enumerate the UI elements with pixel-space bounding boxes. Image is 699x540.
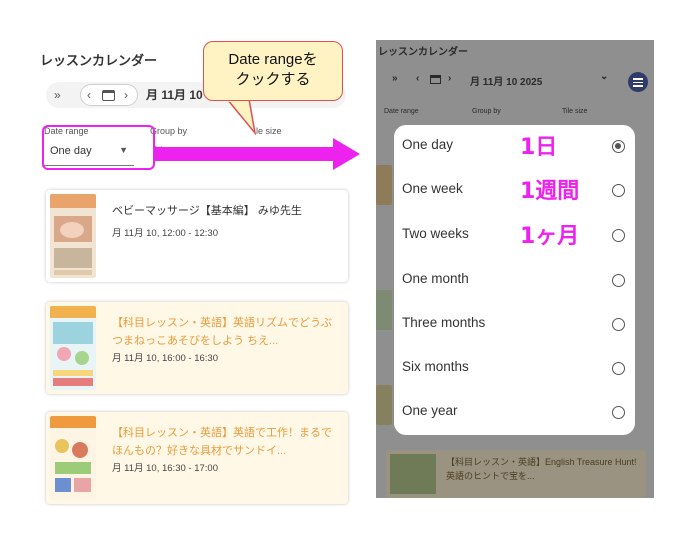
background-thumbnail bbox=[376, 290, 392, 330]
lesson-time: 月 11月 10, 12:00 - 12:30 bbox=[112, 228, 218, 239]
background-thumbnail bbox=[376, 165, 392, 205]
lesson-card-1[interactable]: ベビーマッサージ【基本編】 みゆ先生 月 11月 10, 12:00 - 12:… bbox=[46, 190, 348, 282]
lesson-time: 月 11月 10, 16:00 - 16:30 bbox=[112, 353, 218, 364]
double-chevron-icon[interactable]: » bbox=[54, 85, 61, 105]
double-chevron-icon[interactable]: » bbox=[392, 73, 398, 84]
option-label: Six months bbox=[402, 359, 469, 374]
group-by-label: Group by bbox=[150, 126, 188, 136]
callout-pointer bbox=[226, 99, 257, 135]
option-one-day[interactable]: One day 1日 bbox=[394, 125, 635, 169]
callout-line-2: クックする bbox=[235, 71, 311, 88]
lesson-thumbnail bbox=[50, 194, 96, 278]
menu-icon[interactable] bbox=[628, 72, 648, 92]
option-one-month[interactable]: One month bbox=[394, 259, 635, 303]
option-one-year[interactable]: One year bbox=[394, 391, 635, 435]
tile-size-label: Tile size bbox=[562, 108, 588, 115]
background-lesson-card: 【科目レッスン・英語】English Treasure Hunt!英語のヒントで… bbox=[386, 450, 646, 498]
date-range-dialog-screen: レッスンカレンダー » ‹ › 月 11月 10 2025 ⌄ Date ran… bbox=[376, 40, 654, 498]
option-label: One week bbox=[402, 181, 463, 196]
lesson-title: 【科目レッスン・英語】英語リズムでどうぶつまねっこあそびをしよう ちえ... bbox=[112, 317, 332, 347]
calendar-icon[interactable] bbox=[430, 75, 441, 84]
current-date[interactable]: 月 11月 10 bbox=[146, 86, 203, 103]
lesson-thumbnail bbox=[390, 454, 436, 494]
annotation-1-month: 1ヶ月 bbox=[520, 224, 580, 249]
radio-icon[interactable] bbox=[612, 318, 625, 331]
option-label: One month bbox=[402, 271, 469, 286]
annotation-1-week: 1週間 bbox=[520, 179, 580, 204]
current-date[interactable]: 月 11月 10 2025 bbox=[470, 73, 542, 88]
option-label: Three months bbox=[402, 315, 486, 330]
option-one-week[interactable]: One week 1週間 bbox=[394, 169, 635, 213]
lesson-title: 【科目レッスン・英語】英語で工作！まるでほんもの？好きな具材でサンドイ... bbox=[112, 427, 332, 457]
option-two-weeks[interactable]: Two weeks 1ヶ月 bbox=[394, 214, 635, 258]
lesson-calendar-screen: レッスンカレンダー » ‹ › 月 11月 10 Date range Grou… bbox=[38, 40, 353, 512]
radio-icon[interactable] bbox=[612, 229, 625, 242]
radio-icon[interactable] bbox=[612, 274, 625, 287]
option-six-months[interactable]: Six months bbox=[394, 347, 635, 391]
lesson-thumbnail bbox=[50, 306, 96, 390]
option-three-months[interactable]: Three months bbox=[394, 303, 635, 347]
option-label: One day bbox=[402, 137, 454, 152]
lesson-thumbnail bbox=[50, 416, 96, 500]
lesson-title: 【科目レッスン・英語】English Treasure Hunt!英語のヒントで… bbox=[446, 457, 637, 481]
radio-icon[interactable] bbox=[612, 184, 625, 197]
chevron-right-icon[interactable]: › bbox=[448, 73, 451, 84]
radio-icon[interactable] bbox=[612, 362, 625, 375]
calendar-icon[interactable] bbox=[102, 90, 115, 101]
chevron-left-icon[interactable]: ‹ bbox=[87, 85, 91, 105]
caret-down-icon[interactable]: ⌄ bbox=[600, 71, 608, 82]
lesson-title: ベビーマッサージ【基本編】 みゆ先生 bbox=[112, 205, 302, 217]
date-nav-pill: ‹ › bbox=[80, 84, 138, 106]
date-range-modal: One day 1日 One week 1週間 Two weeks 1ヶ月 On… bbox=[394, 125, 635, 435]
lesson-card-2[interactable]: 【科目レッスン・英語】英語リズムでどうぶつまねっこあそびをしよう ちえ... 月… bbox=[46, 302, 348, 394]
callout-bubble: Date rangeを クックする bbox=[203, 41, 343, 101]
chevron-left-icon[interactable]: ‹ bbox=[416, 73, 419, 84]
radio-icon[interactable] bbox=[612, 140, 625, 153]
annotation-1-day: 1日 bbox=[520, 135, 558, 160]
date-range-label: Date range bbox=[384, 108, 419, 115]
callout-line-1: Date rangeを bbox=[228, 51, 318, 68]
radio-icon[interactable] bbox=[612, 406, 625, 419]
date-range-highlight bbox=[42, 125, 155, 170]
group-by-label: Group by bbox=[472, 108, 501, 115]
pink-arrow bbox=[155, 138, 360, 170]
option-label: One year bbox=[402, 403, 458, 418]
chevron-right-icon[interactable]: › bbox=[124, 85, 128, 105]
app-title: レッスンカレンダー bbox=[378, 47, 468, 58]
lesson-card-3[interactable]: 【科目レッスン・英語】英語で工作！まるでほんもの？好きな具材でサンドイ... 月… bbox=[46, 412, 348, 504]
lesson-time: 月 11月 10, 16:30 - 17:00 bbox=[112, 463, 218, 474]
app-title: レッスンカレンダー bbox=[40, 53, 158, 68]
background-thumbnail bbox=[376, 385, 392, 425]
option-label: Two weeks bbox=[402, 226, 469, 241]
